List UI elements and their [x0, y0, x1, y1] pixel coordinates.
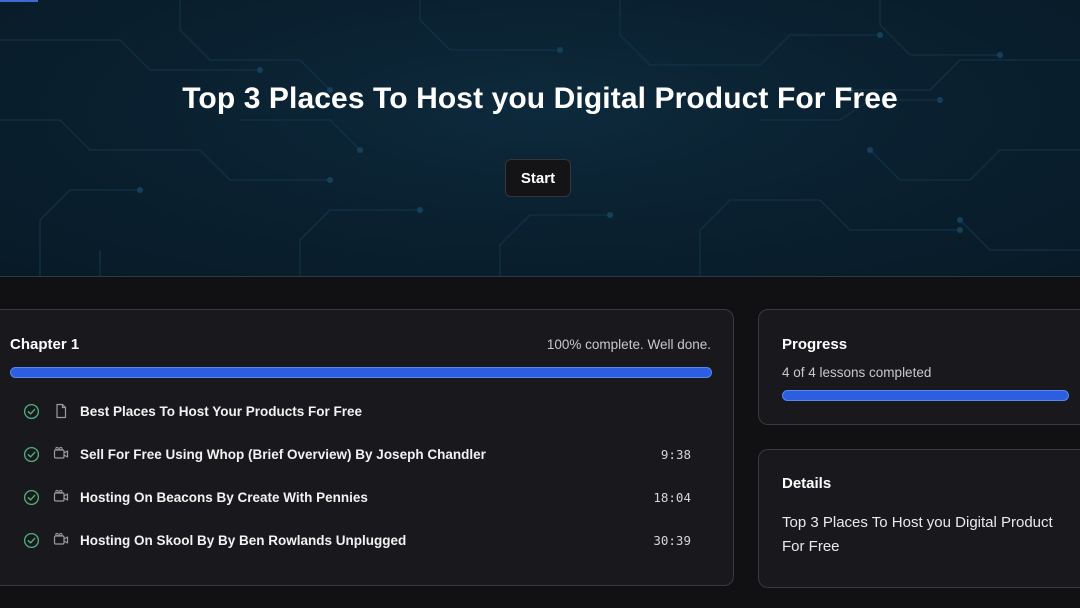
progress-card: Progress 4 of 4 lessons completed [758, 309, 1080, 425]
lesson-duration: 9:38 [660, 446, 691, 462]
overall-progress-bar [782, 390, 1069, 401]
lesson-title: Sell For Free Using Whop (Brief Overview… [80, 446, 486, 462]
chapter-title: Chapter 1 [10, 336, 80, 353]
overall-progress-fill [782, 390, 1069, 401]
lesson-item[interactable]: Sell For Free Using Whop (Brief Overview… [23, 439, 703, 469]
course-title: Top 3 Places To Host you Digital Product… [182, 82, 898, 115]
progress-summary: 4 of 4 lessons completed [782, 365, 932, 380]
start-button[interactable]: Start [505, 159, 571, 197]
video-icon [53, 446, 69, 459]
video-icon [53, 532, 69, 545]
lesson-item[interactable]: Best Places To Host Your Products For Fr… [23, 396, 703, 426]
lesson-item[interactable]: Hosting On Skool By By Ben Rowlands Unpl… [23, 525, 703, 555]
lesson-duration: 18:04 [653, 489, 691, 505]
check-circle-icon [23, 403, 40, 419]
hero-banner: Top 3 Places To Host you Digital Product… [0, 0, 1080, 277]
chapter-progress-fill [10, 367, 712, 378]
lesson-title: Hosting On Skool By By Ben Rowlands Unpl… [80, 532, 407, 548]
chapter-status: 100% complete. Well done. [546, 337, 711, 352]
circuit-pattern-background [0, 0, 1080, 276]
chapter-card: Chapter 1 100% complete. Well done. Best… [0, 309, 734, 586]
hero-accent-line [0, 0, 38, 2]
chapter-progress-bar [10, 367, 712, 378]
lesson-duration: 30:39 [653, 532, 691, 548]
document-icon [56, 403, 67, 419]
check-circle-icon [23, 532, 40, 548]
lesson-item[interactable]: Hosting On Beacons By Create With Pennie… [23, 482, 703, 512]
lesson-title: Best Places To Host Your Products For Fr… [80, 403, 363, 419]
video-icon [53, 489, 69, 502]
check-circle-icon [23, 489, 40, 505]
progress-title: Progress [782, 336, 848, 353]
lesson-title: Hosting On Beacons By Create With Pennie… [80, 489, 368, 505]
details-title: Details [782, 475, 832, 492]
check-circle-icon [23, 446, 40, 462]
details-description: Top 3 Places To Host you Digital Product… [782, 514, 1053, 555]
details-card: Details Top 3 Places To Host you Digital… [758, 449, 1080, 588]
